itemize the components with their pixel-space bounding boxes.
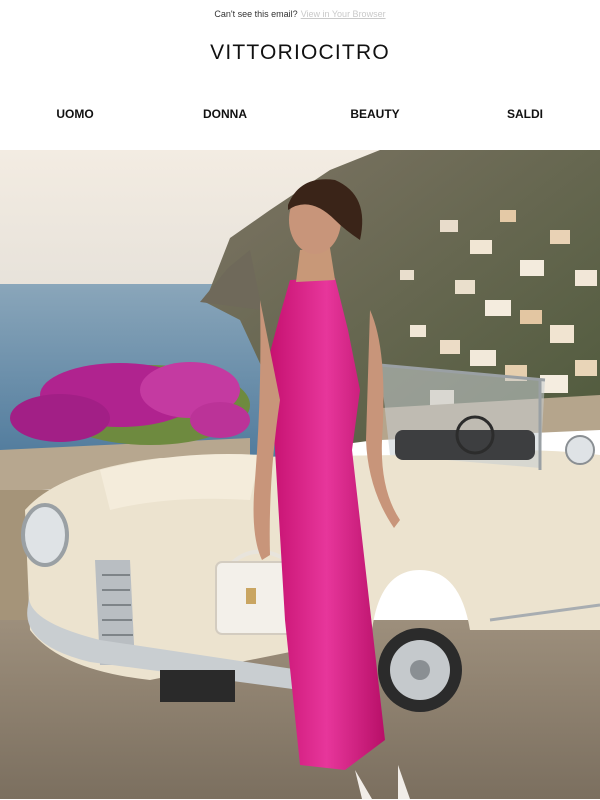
brand-header: VITTORIOCITRO <box>0 28 600 78</box>
hero-image <box>0 150 600 799</box>
nav-item-uomo[interactable]: UOMO <box>0 107 150 121</box>
nav-item-donna[interactable]: DONNA <box>150 107 300 121</box>
brand-logo[interactable]: VITTORIOCITRO <box>210 41 390 65</box>
nav-item-beauty[interactable]: BEAUTY <box>300 107 450 121</box>
nav-item-saldi[interactable]: SALDI <box>450 107 600 121</box>
view-in-browser-link[interactable]: View in Your Browser <box>301 9 386 19</box>
preheader-text: Can't see this email? <box>214 9 298 19</box>
preheader: Can't see this email? View in Your Brows… <box>0 0 600 28</box>
hero-banner[interactable] <box>0 150 600 799</box>
category-nav: UOMO DONNA BEAUTY SALDI <box>0 78 600 150</box>
